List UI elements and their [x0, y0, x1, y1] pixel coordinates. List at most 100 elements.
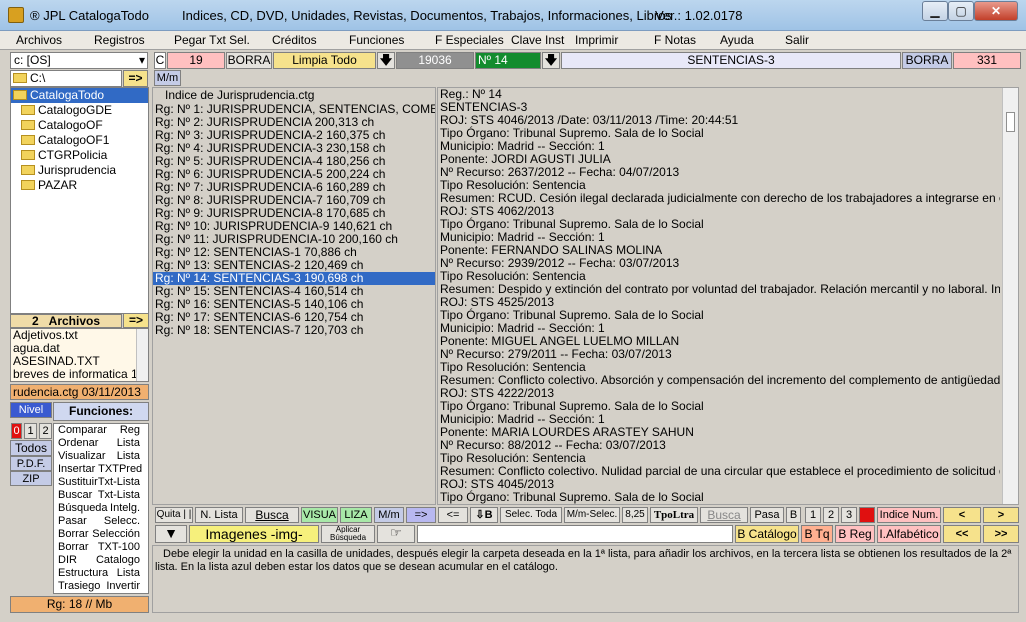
menu-f-notas[interactable]: F Notas	[654, 33, 696, 47]
page-3-button[interactable]: 3	[841, 507, 857, 523]
indice-num-button[interactable]: Indice Num.	[877, 507, 941, 523]
down-arrow-icon-2[interactable]: 🡇	[542, 52, 560, 69]
liza-button[interactable]: LIZA	[340, 507, 372, 523]
count-field-1[interactable]: 19	[167, 52, 225, 69]
mm-button[interactable]: M/m	[374, 507, 404, 523]
funcion-target: Pred	[118, 463, 143, 475]
arrow-left-button[interactable]: <=	[438, 507, 468, 523]
folder-item[interactable]: CTGRPolicia	[11, 148, 148, 163]
folder-item[interactable]: CatalogoOF	[11, 118, 148, 133]
borra-button-2[interactable]: BORRA	[902, 52, 952, 69]
funcion-item[interactable]: Ordenar Lista	[54, 437, 148, 450]
menu-ayuda[interactable]: Ayuda	[720, 33, 754, 47]
borra-button-1[interactable]: BORRA	[226, 52, 272, 69]
pasa-button[interactable]: Pasa	[750, 507, 784, 523]
down-b-button[interactable]: ⇩B	[470, 507, 498, 523]
menu-funciones[interactable]: Funciones	[349, 33, 404, 47]
drive-select[interactable]: c: [OS] ▾	[10, 52, 148, 69]
funcion-item[interactable]: Trasiego Invertir	[54, 580, 148, 593]
folder-item[interactable]: Jurisprudencia	[11, 163, 148, 178]
record-detail[interactable]: Reg.: Nº 14 SENTENCIAS-3 ROJ: STS 4046/201…	[437, 87, 1019, 505]
page-2-button[interactable]: 2	[823, 507, 839, 523]
b-button[interactable]: B	[786, 507, 801, 523]
busca-button[interactable]: Busca	[245, 507, 299, 523]
title-bar: ® JPL CatalogaTodo Indices, CD, DVD, Uni…	[0, 0, 1026, 31]
down-arrow-big-icon[interactable]: ▼	[155, 525, 187, 543]
page-1-button[interactable]: 1	[805, 507, 821, 523]
folder-item[interactable]: CatalogoOF1	[11, 133, 148, 148]
selec-toda-button[interactable]: Selec. Toda	[500, 507, 562, 523]
last-button[interactable]: >>	[983, 525, 1019, 543]
funcion-item[interactable]: Borrar Selección	[54, 528, 148, 541]
menu-pegar-txt[interactable]: Pegar Txt Sel.	[174, 33, 250, 47]
folder-go-button[interactable]: =>	[123, 70, 148, 87]
b-catalogo-button[interactable]: B Catálogo	[735, 525, 799, 543]
folder-icon	[21, 105, 35, 115]
menu-creditos[interactable]: Créditos	[272, 33, 317, 47]
mode-todos[interactable]: Todos	[10, 440, 52, 456]
down-arrow-icon[interactable]: 🡇	[377, 52, 395, 69]
nlista-button[interactable]: N. Lista	[195, 507, 243, 523]
nivel-button-0[interactable]: 0	[11, 423, 22, 439]
funcion-item[interactable]: DIR Catalogo	[54, 554, 148, 567]
aplicar-busqueda-button[interactable]: Aplicar Búsqueda	[321, 525, 375, 543]
file-item[interactable]: breves de informatica 1-6	[11, 368, 148, 381]
folder-list[interactable]: CatalogaTodo CatalogoGDE CatalogoOF Cata…	[10, 87, 149, 314]
prev-button[interactable]: <	[943, 507, 981, 523]
limpia-todo-button[interactable]: Limpia Todo	[273, 52, 376, 69]
arrow-right-button[interactable]: =>	[406, 507, 436, 523]
file-list[interactable]: Adjetivos.txt agua.dat ASESINAD.TXT brev…	[10, 328, 149, 382]
reg-number-field: Nº 14	[475, 52, 541, 69]
mode-pdf[interactable]: P.D.F.	[10, 456, 52, 471]
funcion-item[interactable]: Insertar TXT Pred	[54, 463, 148, 476]
maximize-icon[interactable]: ▢	[948, 1, 974, 21]
visua-button[interactable]: VISUA	[301, 507, 338, 523]
file-list-scrollbar[interactable]	[136, 329, 148, 381]
funcion-item[interactable]: Pasar Selecc.	[54, 515, 148, 528]
nivel-label: Nivel	[10, 402, 52, 418]
scroll-thumb[interactable]	[1006, 112, 1015, 132]
funcion-item[interactable]: Búsqueda Intelg.	[54, 502, 148, 515]
record-scrollbar[interactable]	[1002, 88, 1018, 504]
b-reg-button[interactable]: B Reg	[835, 525, 875, 543]
i-alfabetico-button[interactable]: I.Alfabético	[877, 525, 941, 543]
next-button[interactable]: >	[983, 507, 1019, 523]
menu-imprimir[interactable]: Imprimir	[575, 33, 618, 47]
nivel-button-2[interactable]: 2	[39, 423, 52, 439]
search-input[interactable]	[417, 525, 733, 543]
menu-salir[interactable]: Salir	[785, 33, 809, 47]
folder-item[interactable]: PAZAR	[11, 178, 148, 193]
tpoltra-button[interactable]: TpoLtra	[650, 507, 698, 523]
index-row[interactable]: Rg: Nº 18: SENTENCIAS-7 120,703 ch	[153, 324, 435, 337]
folder-item[interactable]: CatalogaTodo	[11, 88, 148, 103]
funcion-item[interactable]: Comparar Reg	[54, 424, 148, 437]
folder-item[interactable]: CatalogoGDE	[11, 103, 148, 118]
minimize-icon[interactable]: ▁	[922, 1, 948, 21]
close-icon[interactable]: ✕	[974, 1, 1018, 21]
archivos-go-button[interactable]: =>	[123, 313, 149, 328]
b-tq-button[interactable]: B Tq	[801, 525, 833, 543]
funcion-item[interactable]: Borrar TXT-100	[54, 541, 148, 554]
index-list[interactable]: Indice de Jurisprudencia.ctg Rg: Nº 1: J…	[152, 87, 436, 505]
mm-selec-button[interactable]: M/m-Selec.	[564, 507, 620, 523]
menu-archivos[interactable]: Archivos	[16, 33, 62, 47]
menu-registros[interactable]: Registros	[94, 33, 145, 47]
nivel-button-1[interactable]: 1	[24, 423, 37, 439]
first-button[interactable]: <<	[943, 525, 981, 543]
mm-toggle[interactable]: M/m	[154, 70, 181, 86]
busca-button-2[interactable]: Busca	[700, 507, 748, 523]
hand-pointer-icon[interactable]: ☞	[377, 525, 415, 543]
funcion-item[interactable]: Sustituir Txt-Lista	[54, 476, 148, 489]
funcion-item[interactable]: Buscar Txt-Lista	[54, 489, 148, 502]
mode-zip[interactable]: ZIP	[10, 471, 52, 486]
funcion-item[interactable]: Estructura Lista	[54, 567, 148, 580]
funcion-item[interactable]: Visualizar Lista	[54, 450, 148, 463]
quita-button[interactable]: Quita | |	[155, 507, 193, 523]
menu-clave-inst[interactable]: Clave Inst	[511, 33, 564, 47]
menu-f-especiales[interactable]: F Especiales	[435, 33, 504, 47]
red-indicator[interactable]	[859, 507, 875, 523]
font-size-field[interactable]: 8,25	[622, 507, 648, 523]
imagenes-button[interactable]: Imagenes -img-	[189, 525, 319, 543]
count-field-2[interactable]: 331	[953, 52, 1021, 69]
funcion-target: Reg	[119, 424, 140, 436]
